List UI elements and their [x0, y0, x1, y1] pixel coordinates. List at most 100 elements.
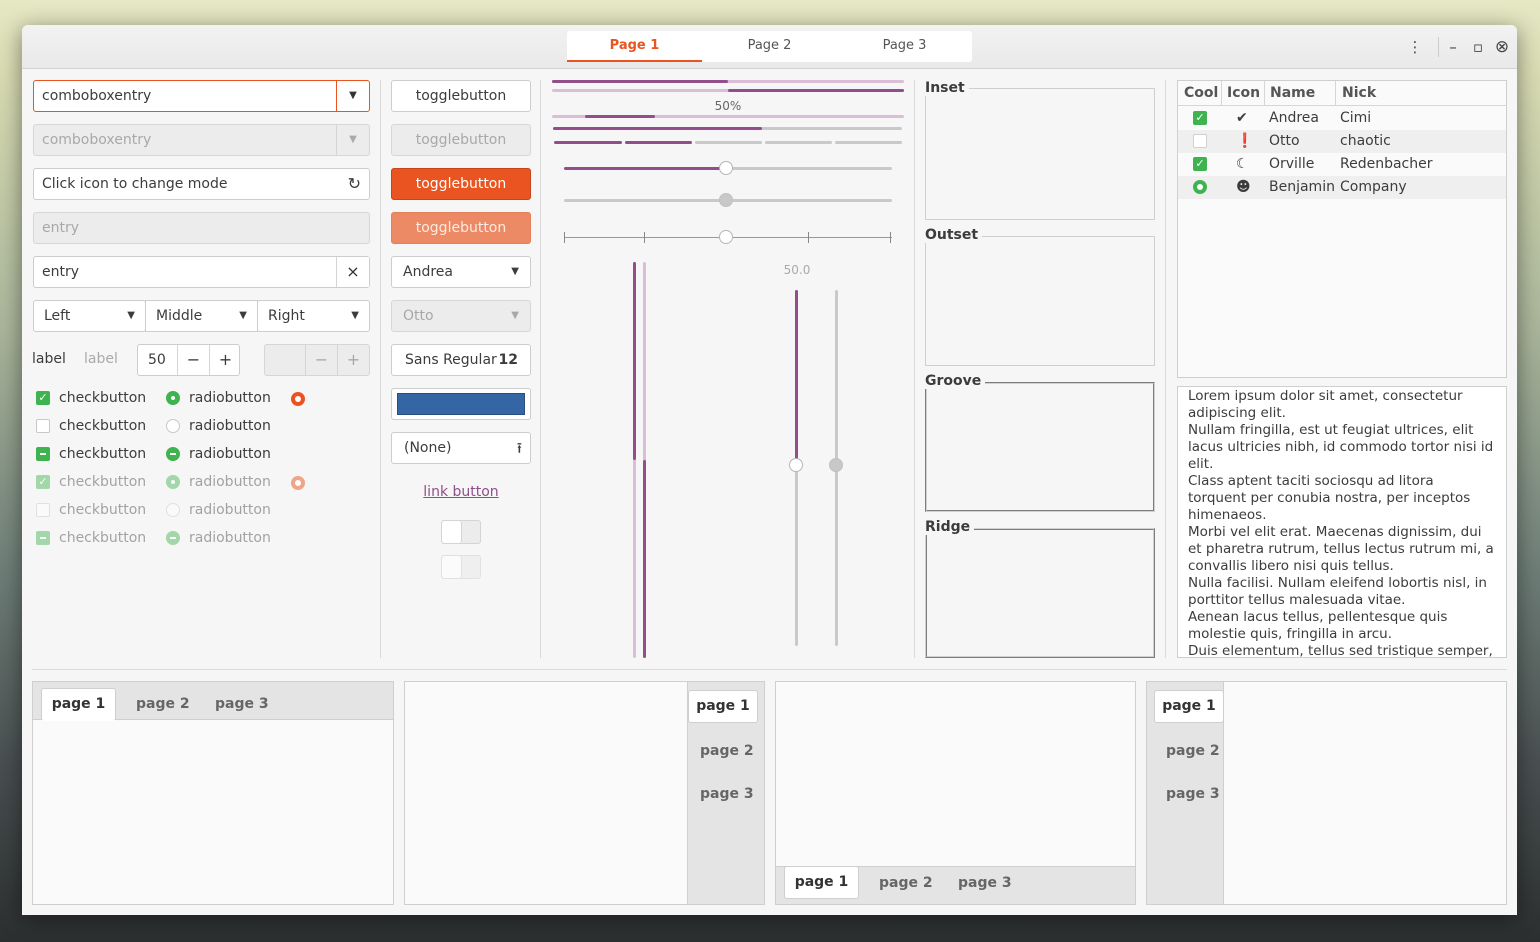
tab-page-3[interactable]: page 3 [1166, 786, 1220, 802]
color-button[interactable] [391, 388, 531, 420]
linked-combo-right[interactable]: Right ▼ [257, 300, 370, 332]
checkbutton-unchecked[interactable]: checkbutton [36, 417, 146, 435]
progress-bar-fill [553, 127, 762, 130]
linked-combo-middle-label: Middle [156, 308, 203, 324]
vertical-scale-fill [795, 290, 798, 465]
notebook-tabs-bottom: page 1 page 2 page 3 [775, 681, 1136, 905]
radio-icon [166, 419, 180, 433]
tree-header: Cool Icon Name Nick [1178, 81, 1506, 106]
linked-combo-left[interactable]: Left ▼ [33, 300, 146, 332]
tab-page-2[interactable]: page 2 [879, 875, 933, 891]
check-mark-icon: ✓ [36, 391, 50, 405]
tree-view[interactable]: Cool Icon Name Nick ✓ ✔ Andrea Cimi ❗ Ot… [1177, 80, 1507, 378]
column-header-name[interactable]: Name [1264, 81, 1315, 106]
radiobutton-label: radiobutton [189, 446, 271, 462]
tree-row[interactable]: ✓ ✔ Andrea Cimi [1178, 107, 1506, 130]
tab-page-1[interactable]: page 1 [1154, 690, 1224, 723]
check-mark-icon[interactable]: ✓ [1193, 157, 1207, 171]
column-header-cool[interactable]: Cool [1184, 81, 1218, 106]
frame-outset [925, 236, 1155, 366]
tab-page-2[interactable]: page 2 [1166, 743, 1220, 759]
tab-page-2[interactable]: page 2 [700, 743, 754, 759]
menu-icon[interactable]: ⋮ [1405, 37, 1425, 57]
refresh-icon[interactable]: ↻ [348, 169, 361, 199]
checkbutton-checked[interactable]: ✓ checkbutton [36, 389, 146, 407]
maximize-icon[interactable]: ▫ [1468, 37, 1488, 57]
row-nick: Company [1340, 179, 1407, 195]
tab-page-3[interactable]: page 3 [700, 786, 754, 802]
checkbutton-label: checkbutton [59, 390, 147, 406]
vertical-scale-knob[interactable] [789, 458, 803, 472]
font-button[interactable]: Sans Regular 12 [391, 344, 531, 376]
tab-page-2[interactable]: page 2 [136, 696, 190, 712]
link-button[interactable]: link button [391, 484, 531, 500]
tree-row[interactable]: ✓ ☾ Orville Redenbacher [1178, 153, 1506, 176]
orange-radio-indicator[interactable] [291, 392, 305, 406]
checkbox-mixed-icon [36, 447, 50, 461]
tree-row[interactable]: ❗ Otto chaotic [1178, 130, 1506, 153]
row-name: Benjamin [1269, 179, 1335, 195]
spin-minus-button[interactable]: − [177, 345, 209, 375]
tab-page-1[interactable]: page 1 [784, 866, 859, 899]
scale-knob[interactable] [719, 161, 733, 175]
minimize-icon[interactable]: – [1443, 37, 1463, 57]
switch-off-disabled [441, 555, 481, 579]
checkbutton-label: checkbutton [59, 502, 147, 518]
scale-knob-marks[interactable] [719, 230, 733, 244]
radiobutton-mixed[interactable]: radiobutton [166, 445, 271, 463]
radiobutton-unselected-disabled: radiobutton [166, 501, 271, 519]
spin-button[interactable]: 50 − + [137, 344, 240, 376]
linked-combo-middle[interactable]: Middle ▼ [145, 300, 258, 332]
scale-value-label: 50.0 [783, 263, 811, 277]
text-line: elit. [1188, 456, 1214, 472]
tree-row[interactable]: ☻ Benjamin Company [1178, 176, 1506, 199]
file-chooser-button[interactable]: (None) ⭱ [391, 432, 531, 464]
spin-plus-button[interactable]: + [209, 345, 241, 375]
tab-page-3[interactable]: page 3 [215, 696, 269, 712]
entry-with-clear[interactable]: entry × [33, 256, 370, 288]
check-mark-icon[interactable]: ✓ [1193, 111, 1207, 125]
tab-page-1[interactable]: page 1 [688, 690, 758, 723]
scale-tick [564, 232, 565, 243]
tab-page-3[interactable]: page 3 [958, 875, 1012, 891]
combobox-andrea[interactable]: Andrea ▼ [391, 256, 531, 288]
column-header-nick[interactable]: Nick [1335, 81, 1376, 106]
warning-icon: ❗ [1236, 133, 1254, 149]
close-icon[interactable]: ⊗ [1492, 37, 1512, 57]
checkbutton-mixed-disabled: checkbutton [36, 529, 146, 547]
progress-text: 50% [714, 99, 742, 113]
togglebutton-active[interactable]: togglebutton [391, 168, 531, 200]
separator [380, 80, 381, 658]
scale-tick [644, 232, 645, 243]
row-name: Orville [1269, 156, 1315, 172]
text-view[interactable]: Lorem ipsum dolor sit amet, consectetur a… [1177, 386, 1507, 658]
checkbox-icon[interactable] [1193, 134, 1207, 148]
text-line: Lorem ipsum dolor sit amet, consectetur [1188, 388, 1463, 404]
icon-entry-text: Click icon to change mode [42, 176, 228, 192]
chevron-down-icon[interactable]: ▼ [336, 81, 369, 111]
frame-ridge [925, 528, 1155, 658]
separator [914, 80, 915, 658]
togglebutton[interactable]: togglebutton [391, 80, 531, 112]
clear-icon[interactable]: × [336, 257, 369, 287]
notebook-tabs-top: page 1 page 2 page 3 [32, 681, 394, 905]
radio-icon[interactable] [1193, 180, 1207, 194]
switch-off[interactable] [441, 520, 481, 544]
radiobutton-selected[interactable]: radiobutton [166, 389, 271, 407]
combobox-entry-disabled: comboboxentry ▼ [33, 124, 370, 156]
tab-page-1[interactable]: page 1 [41, 688, 116, 721]
text-line: torquent per conubia nostra, per incepto… [1188, 490, 1471, 506]
notebook-tabs-left: page 1 page 2 page 3 [1146, 681, 1507, 905]
font-size: 12 [498, 352, 518, 368]
checkbutton-mixed[interactable]: checkbutton [36, 445, 146, 463]
radiobutton-unselected[interactable]: radiobutton [166, 417, 271, 435]
column-header-icon[interactable]: Icon [1221, 81, 1260, 106]
vertical-progress-inverted-fill [643, 460, 646, 658]
icon-entry[interactable]: Click icon to change mode ↻ [33, 168, 370, 200]
combobox-entry[interactable]: comboboxentry ▼ [33, 80, 370, 112]
tab-page-1[interactable]: Page 1 [567, 31, 702, 62]
tab-page-3[interactable]: Page 3 [837, 31, 972, 62]
text-line: molestie quis, fringilla in arcu. [1188, 626, 1393, 642]
frame-label-outset: Outset [925, 227, 983, 243]
tab-page-2[interactable]: Page 2 [702, 31, 837, 62]
